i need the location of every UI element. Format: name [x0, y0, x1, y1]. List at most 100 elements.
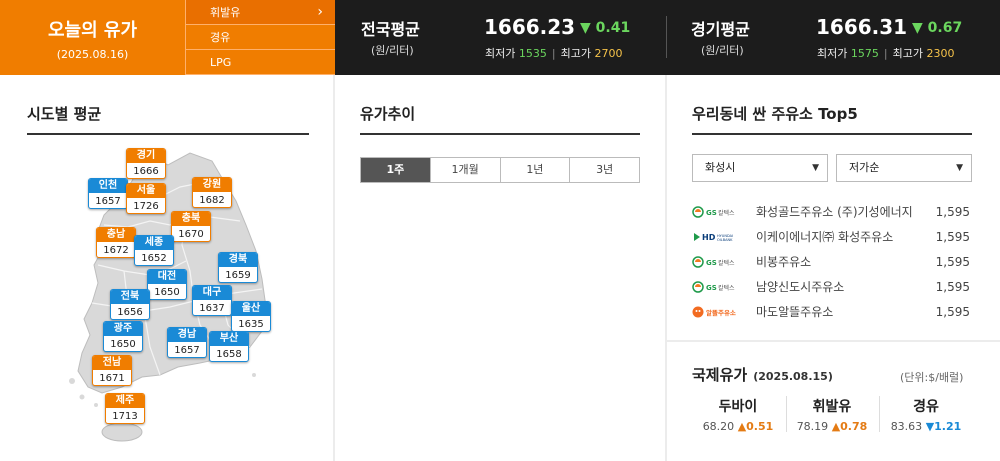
region-select[interactable]: 화성시 ▼: [692, 154, 828, 182]
tab-lpg[interactable]: LPG: [185, 50, 335, 75]
hd-hyundai-oilbank-logo-icon: HD HYUNDAI OILBANK: [694, 233, 733, 242]
intl-header: 국제유가 (2025.08.15): [692, 364, 833, 385]
region-daegu[interactable]: 대구 1637: [192, 285, 232, 316]
top5-title-underline: [692, 133, 972, 135]
station-row[interactable]: HD HYUNDAI OILBANK 이케이에너지㈜ 화성주유소 1,595: [692, 226, 972, 248]
jeju-island: [101, 422, 143, 442]
gyeonggi-average-unit: (원/리터): [701, 44, 744, 57]
national-average-title: 전국평균: [361, 20, 420, 39]
region-gyeongbuk[interactable]: 경북 1659: [218, 252, 258, 283]
svg-text:GS: GS: [706, 209, 717, 217]
sort-select-value: 저가순: [849, 161, 880, 174]
region-gyeongnam[interactable]: 경남 1657: [167, 327, 207, 358]
intl-item-name: 휘발유: [812, 399, 852, 415]
region-seoul[interactable]: 서울 1726: [126, 183, 166, 214]
tab-1-year[interactable]: 1년: [499, 158, 570, 182]
station-name: 비봉주유소: [756, 255, 812, 269]
national-average-delta: ▼ 0.41: [580, 20, 631, 36]
gyeonggi-min-max: 최저가 1575 | 최고가 2300: [817, 47, 955, 60]
region-incheon[interactable]: 인천 1657: [88, 178, 128, 209]
intl-dubai: 두바이 68.20 ▲0.51: [692, 396, 784, 433]
intl-gasoline: 휘발유 78.19 ▲0.78: [786, 396, 878, 433]
tab-1-month[interactable]: 1개월: [429, 158, 500, 182]
station-price: 1,595: [935, 230, 970, 244]
trend-title: 유가추이: [360, 105, 416, 123]
today-price-header: 오늘의 유가 (2025.08.16): [0, 0, 185, 75]
national-max-label: 최고가: [560, 47, 591, 60]
tab-3-year[interactable]: 3년: [569, 158, 639, 182]
gs-caltex-logo-icon: GS 칼텍스: [692, 206, 735, 218]
region-chungbuk[interactable]: 충북 1670: [171, 211, 211, 242]
station-price: 1,595: [935, 205, 970, 219]
national-average: 전국평균 (원/리터) 1666.23 ▼ 0.41 최저가 1535 | 최고가 …: [335, 0, 665, 75]
intl-title: 국제유가: [692, 366, 748, 384]
station-name: 남양신도시주유소: [756, 280, 845, 294]
gyeonggi-min-label: 최저가: [817, 47, 848, 60]
region-busan[interactable]: 부산 1658: [209, 331, 249, 362]
station-name: 이케이에너지㈜ 화성주유소: [756, 230, 894, 244]
gyeonggi-average-title: 경기평균: [691, 20, 750, 39]
region-select-value: 화성시: [705, 161, 736, 174]
intl-item-value: 78.19: [796, 420, 829, 433]
top-bar: 오늘의 유가 (2025.08.16) 휘발유 › 경유 LPG 전국평균 (원…: [0, 0, 1000, 75]
gyeonggi-average-price: 1666.31: [816, 15, 908, 39]
national-min-label: 최저가: [485, 47, 516, 60]
region-sejong[interactable]: 세종 1652: [134, 235, 174, 266]
gyeonggi-min-value: 1575: [850, 47, 879, 60]
svg-text:GS: GS: [706, 284, 717, 292]
trend-period-tabs: 1주 1개월 1년 3년: [360, 157, 640, 183]
region-chungnam[interactable]: 충남 1672: [96, 227, 136, 258]
station-price: 1,595: [935, 280, 970, 294]
intl-item-change: ▲0.51: [737, 420, 774, 433]
region-jeju[interactable]: 제주 1713: [105, 393, 145, 424]
station-name: 마도알뜰주유소: [756, 305, 834, 319]
gyeonggi-average-delta: ▼ 0.67: [912, 20, 963, 36]
sort-select[interactable]: 저가순 ▼: [836, 154, 972, 182]
svg-text:OILBANK: OILBANK: [717, 238, 733, 242]
national-min-value: 1535: [518, 47, 547, 60]
tab-1-week[interactable]: 1주: [361, 158, 430, 182]
station-price: 1,595: [935, 255, 970, 269]
intl-item-change: ▼1.21: [925, 420, 962, 433]
intl-item-value: 83.63: [890, 420, 923, 433]
trend-title-underline: [360, 133, 640, 135]
intl-item-name: 두바이: [718, 399, 758, 415]
tab-diesel[interactable]: 경유: [185, 25, 335, 50]
region-ulsan[interactable]: 울산 1635: [231, 301, 271, 332]
region-jeonnam[interactable]: 전남 1671: [92, 355, 132, 386]
svg-text:칼텍스: 칼텍스: [718, 259, 735, 267]
chevron-right-icon: ›: [317, 4, 323, 20]
region-daejeon[interactable]: 대전 1650: [147, 269, 187, 300]
today-title: 오늘의 유가: [47, 20, 138, 41]
top5-title: 우리동네 싼 주유소 Top5: [692, 105, 858, 123]
gs-caltex-logo-icon: GS 칼텍스: [692, 256, 735, 268]
national-average-unit: (원/리터): [371, 44, 414, 57]
national-average-price: 1666.23: [484, 15, 576, 39]
region-gwangju[interactable]: 광주 1650: [103, 321, 143, 352]
trend-panel: 유가추이: [335, 75, 665, 461]
station-row[interactable]: 알뜰주유소 마도알뜰주유소 1,595: [692, 301, 972, 323]
caret-down-icon: ▼: [956, 163, 963, 173]
tab-gasoline[interactable]: 휘발유 ›: [185, 0, 335, 25]
region-gangwon[interactable]: 강원 1682: [192, 177, 232, 208]
station-row[interactable]: GS 칼텍스 남양신도시주유소 1,595: [692, 276, 972, 298]
caret-down-icon: ▼: [812, 163, 819, 173]
intl-item-value: 68.20: [702, 420, 735, 433]
intl-item-name: 경유: [913, 399, 939, 415]
region-jeonbuk[interactable]: 전북 1656: [110, 289, 150, 320]
intl-diesel: 경유 83.63 ▼1.21: [880, 396, 972, 433]
svg-text:칼텍스: 칼텍스: [718, 209, 735, 217]
station-row[interactable]: GS 칼텍스 비봉주유소 1,595: [692, 251, 972, 273]
svg-text:칼텍스: 칼텍스: [718, 284, 735, 292]
region-gyeonggi[interactable]: 경기 1666: [126, 148, 166, 179]
intl-unit: (단위:$/배럴): [900, 371, 964, 384]
tab-gasoline-label: 휘발유: [210, 6, 241, 19]
intl-item-change: ▲0.78: [831, 420, 868, 433]
tab-diesel-label: 경유: [210, 31, 231, 44]
svg-text:알뜰주유소: 알뜰주유소: [706, 308, 736, 317]
station-name: 화성골드주유소 (주)기성에너지: [756, 205, 913, 219]
station-row[interactable]: GS 칼텍스 화성골드주유소 (주)기성에너지 1,595: [692, 201, 972, 223]
today-date: (2025.08.16): [56, 48, 129, 61]
gs-caltex-logo-icon: GS 칼텍스: [692, 281, 735, 293]
korea-map: [69, 152, 267, 442]
